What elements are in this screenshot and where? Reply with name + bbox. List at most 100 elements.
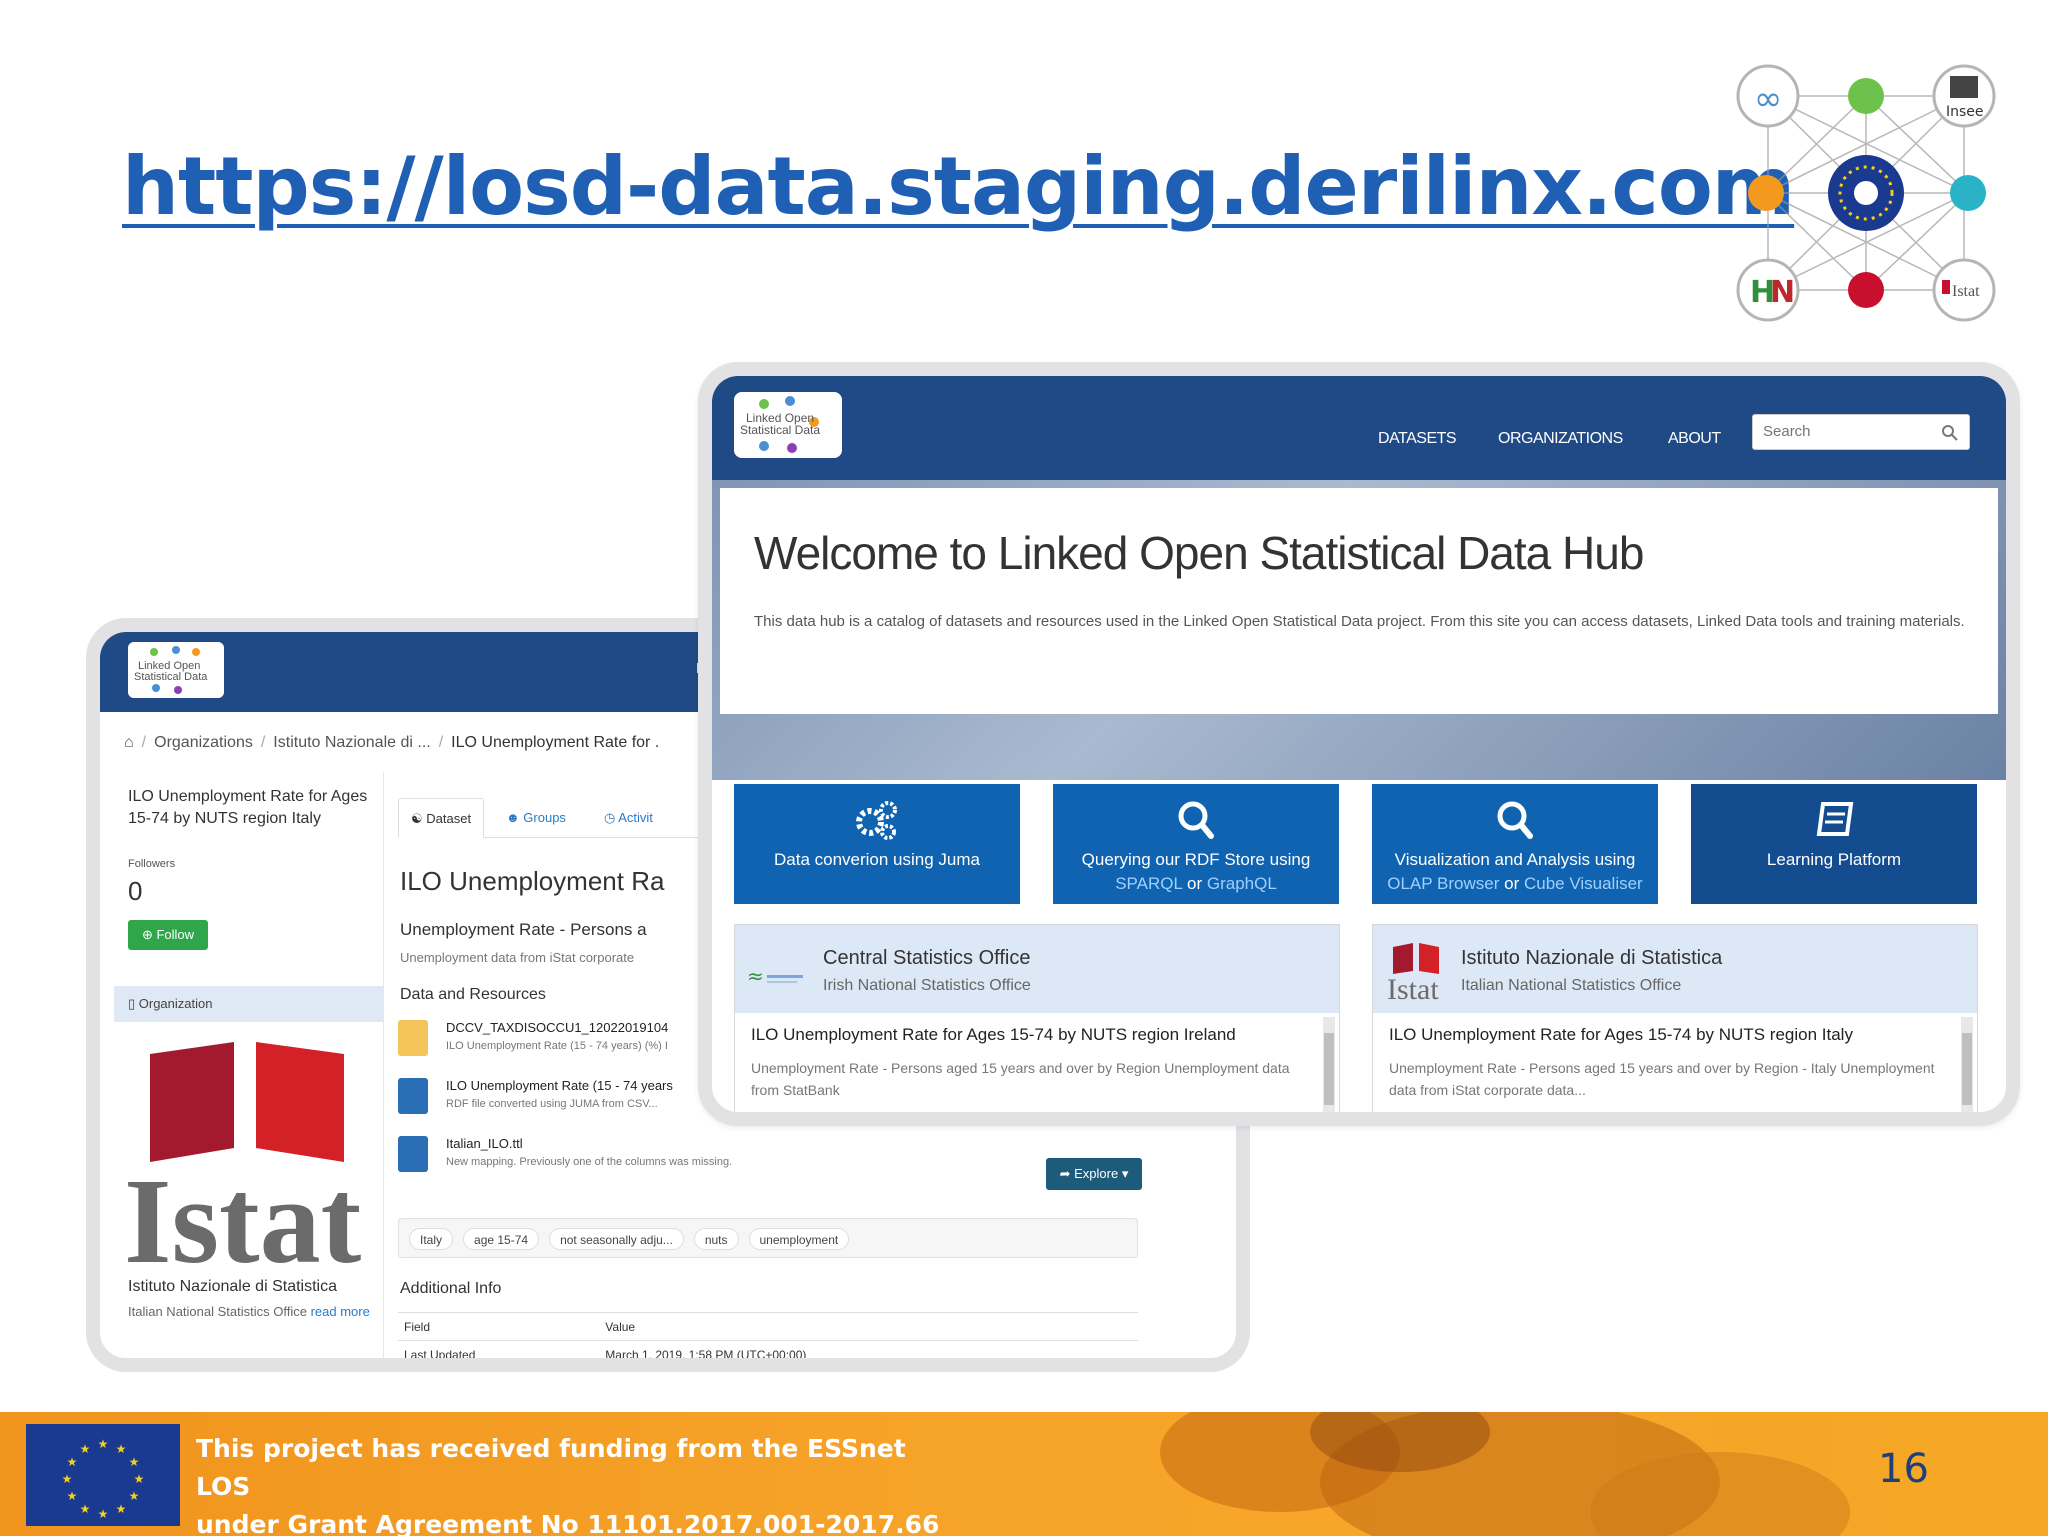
- funding-line-2: under Grant Agreement No 11101.2017.001-…: [196, 1510, 940, 1536]
- nav-link-organizations[interactable]: ORGANIZATIONS: [1498, 430, 1623, 448]
- dataset-subheading: Unemployment Rate - Persons a: [400, 920, 647, 939]
- read-more-link[interactable]: read more: [311, 1304, 370, 1319]
- svg-text:★: ★: [98, 1437, 109, 1451]
- svg-text:Istat: Istat: [124, 1154, 362, 1270]
- organization-section-header: ▯ Organization: [114, 986, 384, 1022]
- slide-url-link[interactable]: https://losd-data.staging.derilinx.com: [122, 140, 1795, 233]
- resource-name[interactable]: ILO Unemployment Rate (15 - 74 years: [446, 1078, 673, 1093]
- dataset-title-link[interactable]: ILO Unemployment Rate for Ages 15-74 by …: [751, 1025, 1236, 1045]
- svg-text:N: N: [1770, 275, 1795, 310]
- table-row: Last Updated March 1, 2019, 1:58 PM (UTC+…: [398, 1340, 1138, 1358]
- svg-text:Istat: Istat: [1952, 283, 1980, 300]
- tile-rdf-query[interactable]: Querying our RDF Store using SPARQL or G…: [1053, 784, 1339, 904]
- svg-text:≈: ≈: [747, 964, 764, 988]
- tag[interactable]: unemployment: [748, 1228, 850, 1250]
- tile-label: Querying our RDF Store using: [1081, 850, 1311, 869]
- eu-flag-icon: ★ ★★ ★★★ ★★★ ★★★: [26, 1424, 180, 1526]
- tag[interactable]: Italy: [409, 1228, 454, 1250]
- tab-activity[interactable]: ◷ Activit: [592, 798, 665, 838]
- sidebar-dataset-title: ILO Unemployment Rate for Ages 15-74 by …: [128, 788, 368, 827]
- tag[interactable]: not seasonally adju...: [549, 1228, 684, 1250]
- decorative-background-image: [1160, 1412, 1850, 1536]
- tile-label: Data converion using Juma: [773, 850, 980, 869]
- tab-dataset[interactable]: ☯ Dataset: [398, 798, 485, 838]
- svg-text:★: ★: [80, 1502, 91, 1516]
- istat-logo: Istat: [1387, 943, 1439, 1001]
- welcome-title: Welcome to Linked Open Statistical Data …: [754, 527, 1644, 579]
- resource-name[interactable]: Italian_ILO.ttl: [446, 1136, 523, 1151]
- los-network-logo-icon: ∞ Insee H N Istat: [1736, 64, 1996, 322]
- svg-text:★: ★: [67, 1489, 78, 1503]
- svg-text:Statistical Data: Statistical Data: [740, 423, 820, 437]
- org-card-header: Istat Istituto Nazionale di Statistica I…: [1373, 925, 1977, 1013]
- plus-circle-icon: ⊕: [141, 927, 157, 942]
- funding-line-1: This project has received funding from t…: [196, 1434, 906, 1501]
- search-box[interactable]: [1752, 414, 1970, 450]
- org-description: Italian National Statistics Office read …: [128, 1304, 370, 1319]
- org-name[interactable]: Istituto Nazionale di Statistica: [1461, 947, 1722, 970]
- org-name: Istituto Nazionale di Statistica: [128, 1278, 337, 1295]
- search-input[interactable]: [1763, 423, 1933, 440]
- org-card-header: ≈ Central Statistics Office Irish Nation…: [735, 925, 1339, 1013]
- org-card-istat[interactable]: Istat Istituto Nazionale di Statistica I…: [1372, 924, 1978, 1112]
- resource-desc: ILO Unemployment Rate (15 - 74 years) (%…: [446, 1040, 668, 1052]
- svg-text:★: ★: [134, 1472, 145, 1486]
- svg-text:★: ★: [129, 1489, 140, 1503]
- nav-link-about[interactable]: ABOUT: [1668, 430, 1721, 448]
- resource-item[interactable]: Italian_ILO.ttl New mapping. Previously …: [398, 1134, 1158, 1184]
- tile-links: OLAP Browser or Cube Visualiser: [1387, 874, 1643, 893]
- explore-button[interactable]: ➦ Explore ▾: [1046, 1158, 1142, 1190]
- org-name[interactable]: Central Statistics Office: [823, 947, 1030, 970]
- dataset-title-link[interactable]: ILO Unemployment Rate for Ages 15-74 by …: [1389, 1025, 1853, 1045]
- tile-learning-platform[interactable]: Learning Platform: [1691, 784, 1977, 904]
- svg-text:Insee: Insee: [1946, 104, 1984, 120]
- losd-logo-icon: Linked Open Statistical Data: [128, 642, 224, 698]
- resource-desc: RDF file converted using JUMA from CSV..…: [446, 1098, 658, 1110]
- scrollbar[interactable]: [1961, 1017, 1973, 1112]
- tile-data-conversion[interactable]: Data converion using Juma: [734, 784, 1020, 904]
- svg-text:Statistical Data: Statistical Data: [134, 671, 208, 683]
- cso-logo: ≈: [747, 964, 803, 988]
- breadcrumb-organizations[interactable]: Organizations: [154, 734, 253, 751]
- tab-groups[interactable]: ☻ Groups: [494, 798, 578, 838]
- breadcrumb-dataset[interactable]: ILO Unemployment Rate for .: [451, 734, 659, 751]
- dataset-heading: ILO Unemployment Ra: [400, 866, 665, 896]
- tag[interactable]: nuts: [693, 1228, 739, 1250]
- scrollbar[interactable]: [1323, 1017, 1335, 1112]
- caret-down-icon: ▾: [1118, 1166, 1129, 1181]
- follow-button[interactable]: ⊕ Follow: [128, 920, 208, 950]
- losd-logo-icon[interactable]: Linked Open Statistical Data: [734, 392, 842, 458]
- funding-text: This project has received funding from t…: [196, 1430, 956, 1536]
- sparql-link[interactable]: SPARQL: [1115, 874, 1182, 893]
- graphql-link[interactable]: GraphQL: [1207, 874, 1277, 893]
- rdf-file-icon: [398, 1078, 428, 1114]
- olap-browser-link[interactable]: OLAP Browser: [1387, 874, 1499, 893]
- istat-logo: Istat: [124, 1042, 362, 1270]
- svg-text:★: ★: [116, 1502, 127, 1516]
- nav-link-datasets[interactable]: DATASETS: [1378, 430, 1457, 448]
- svg-text:★: ★: [129, 1455, 140, 1469]
- table-header: Field: [398, 1312, 600, 1341]
- dataset-description: Unemployment Rate - Persons aged 15 year…: [1389, 1060, 1935, 1098]
- search-icon[interactable]: [1941, 424, 1959, 442]
- org-card-cso[interactable]: ≈ Central Statistics Office Irish Nation…: [734, 924, 1340, 1112]
- table-cell: March 1, 2019, 1:58 PM (UTC+00:00): [599, 1340, 1138, 1358]
- org-subtitle: Irish National Statistics Office: [823, 977, 1031, 994]
- svg-text:★: ★: [80, 1442, 91, 1456]
- dataset-description: Unemployment Rate - Persons aged 15 year…: [751, 1060, 1290, 1098]
- resource-desc: New mapping. Previously one of the colum…: [446, 1156, 733, 1168]
- building-icon: ▯: [128, 996, 139, 1011]
- resource-name[interactable]: DCCV_TAXDISOCCU1_12022019104: [446, 1020, 668, 1035]
- tag[interactable]: age 15-74: [463, 1228, 540, 1250]
- sitemap-icon: ☯: [411, 811, 427, 826]
- cube-visualiser-link[interactable]: Cube Visualiser: [1524, 874, 1643, 893]
- svg-text:∞: ∞: [1754, 79, 1782, 119]
- followers-label: Followers: [128, 858, 176, 870]
- home-icon[interactable]: ⌂: [124, 734, 134, 751]
- additional-info-table: Field Value Last Updated March 1, 2019, 1:…: [398, 1312, 1138, 1358]
- tile-visualization[interactable]: Visualization and Analysis using OLAP Br…: [1372, 784, 1658, 904]
- breadcrumb-org[interactable]: Istituto Nazionale di ...: [273, 734, 430, 751]
- resources-title: Data and Resources: [400, 986, 546, 1003]
- svg-text:★: ★: [62, 1472, 73, 1486]
- users-icon: ☻: [506, 810, 524, 825]
